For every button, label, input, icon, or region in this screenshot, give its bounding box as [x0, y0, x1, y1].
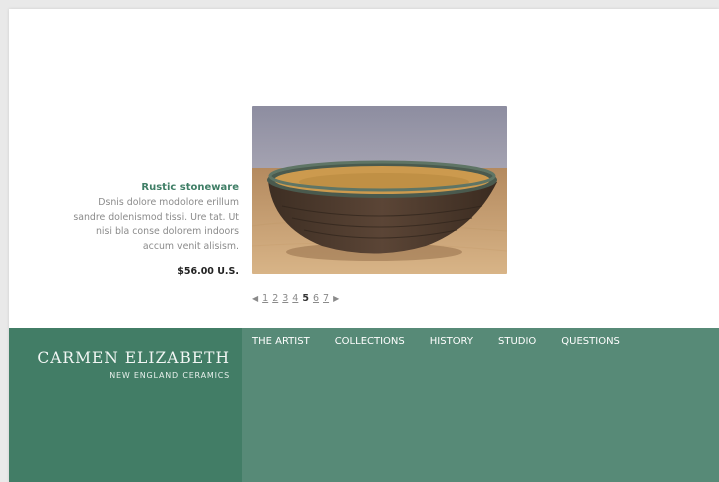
- main-nav: THE ARTIST COLLECTIONS HISTORY STUDIO QU…: [252, 336, 620, 347]
- brand-panel: CARMEN ELIZABETH NEW ENGLAND CERAMICS: [9, 328, 242, 482]
- page-link-7[interactable]: 7: [323, 293, 329, 304]
- page: Rustic stoneware Dsnis dolore modolore e…: [9, 9, 719, 482]
- triangle-left-icon[interactable]: ◀: [252, 294, 258, 303]
- product-description: Dsnis dolore modolore erillum sandre dol…: [73, 197, 239, 252]
- page-link-2[interactable]: 2: [272, 293, 278, 304]
- product-price: $56.00 U.S.: [177, 266, 239, 277]
- footer: CARMEN ELIZABETH NEW ENGLAND CERAMICS TH…: [9, 328, 719, 482]
- nav-item-studio[interactable]: STUDIO: [498, 336, 536, 347]
- page-link-1[interactable]: 1: [262, 293, 268, 304]
- nav-item-history[interactable]: HISTORY: [430, 336, 473, 347]
- page-current: 5: [302, 293, 309, 304]
- brand-subtitle: NEW ENGLAND CERAMICS: [109, 371, 230, 380]
- nav-item-the-artist[interactable]: THE ARTIST: [252, 336, 310, 347]
- product-photo: [252, 106, 507, 274]
- pagination: ◀ 1 2 3 4 5 6 7 ▶: [252, 293, 339, 304]
- product-title: Rustic stoneware: [141, 182, 239, 193]
- nav-item-questions[interactable]: QUESTIONS: [561, 336, 620, 347]
- triangle-right-icon[interactable]: ▶: [333, 294, 339, 303]
- brand-name[interactable]: CARMEN ELIZABETH: [37, 349, 230, 367]
- product-info: Rustic stoneware Dsnis dolore modolore e…: [69, 181, 239, 277]
- nav-item-collections[interactable]: COLLECTIONS: [335, 336, 405, 347]
- page-link-4[interactable]: 4: [292, 293, 298, 304]
- page-link-6[interactable]: 6: [313, 293, 319, 304]
- page-link-3[interactable]: 3: [282, 293, 288, 304]
